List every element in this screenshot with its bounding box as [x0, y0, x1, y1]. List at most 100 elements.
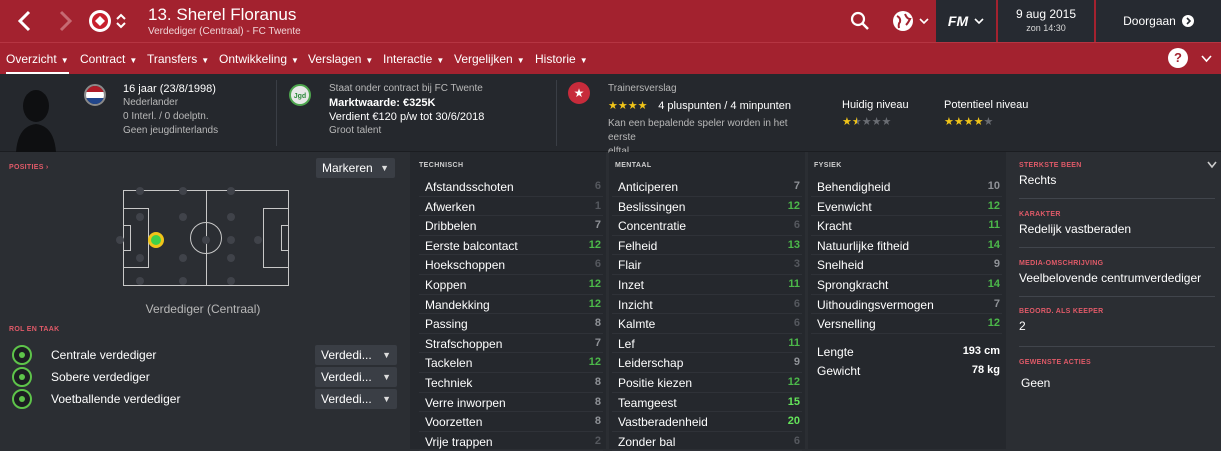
attribute-row[interactable]: Vrije trappen 2: [419, 432, 603, 451]
chevron-down-icon: [918, 18, 929, 25]
attribute-row[interactable]: Eerste balcontact 12: [419, 236, 603, 256]
position-dot: [179, 213, 187, 221]
attribute-row[interactable]: Techniek 8: [419, 373, 603, 393]
media-description-value: Veelbelovende centrumverdediger: [1019, 271, 1202, 285]
attribute-row[interactable]: Natuurlijke fitheid 14: [811, 236, 1002, 256]
chevron-down-icon[interactable]: [1201, 55, 1212, 63]
attribute-row[interactable]: Uithoudingsvermogen 7: [811, 295, 1002, 315]
attribute-row[interactable]: Teamgeest 15: [612, 393, 802, 413]
attribute-name: Vrije trappen: [425, 434, 493, 449]
physical-title: FYSIEK: [814, 162, 842, 169]
attribute-value: 8: [594, 395, 601, 408]
position-dot: [227, 277, 235, 285]
attribute-row[interactable]: Versnelling 12: [811, 314, 1002, 334]
search-button[interactable]: [846, 6, 874, 36]
attribute-name: Teamgeest: [618, 395, 677, 410]
attribute-row[interactable]: Tackelen 12: [419, 353, 603, 373]
strongest-foot-label: STERKSTE BEEN: [1019, 162, 1082, 169]
personality-value: Redelijk vastberaden: [1019, 222, 1132, 236]
netherlands-flag-icon: [84, 84, 106, 106]
attribute-row[interactable]: Beslissingen 12: [612, 197, 802, 217]
attribute-name: Lef: [618, 336, 635, 351]
attribute-row[interactable]: Kalmte 6: [612, 314, 802, 334]
attribute-row[interactable]: Hoekschoppen 6: [419, 255, 603, 275]
tab-verslagen[interactable]: Verslagen ▼: [308, 43, 373, 75]
attribute-row[interactable]: Afstandsschoten 6: [419, 177, 603, 197]
attribute-name: Passing: [425, 317, 468, 332]
help-button[interactable]: ?: [1168, 48, 1188, 68]
forward-button[interactable]: [50, 6, 80, 36]
attribute-row[interactable]: Vastberadenheid 20: [612, 412, 802, 432]
chevron-down-icon: ▼: [436, 56, 445, 65]
continue-button[interactable]: Doorgaan: [1096, 0, 1221, 42]
tab-interactie[interactable]: Interactie ▼: [383, 43, 444, 75]
attribute-row[interactable]: Lef 11: [612, 334, 802, 354]
game-date[interactable]: 9 aug 2015 zon 14:30: [998, 0, 1094, 42]
personality: KARAKTER Redelijk vastberaden: [1019, 211, 1215, 236]
attribute-value: 7: [594, 336, 601, 349]
continue-label: Doorgaan: [1123, 14, 1176, 28]
role-row[interactable]: Centrale verdediger Verdedi... ▼: [12, 345, 397, 365]
attribute-row[interactable]: Zonder bal 6: [612, 432, 802, 451]
positions-link[interactable]: POSITIES ›: [9, 164, 49, 171]
tab-transfers[interactable]: Transfers ▼: [147, 43, 209, 75]
attribute-row[interactable]: Positie kiezen 12: [612, 373, 802, 393]
attribute-row[interactable]: Koppen 12: [419, 275, 603, 295]
attribute-row[interactable]: Dribbelen 7: [419, 216, 603, 236]
position-name-label: Verdediger (Centraal): [145, 302, 261, 316]
attribute-value: 20: [787, 415, 800, 428]
duty-dropdown[interactable]: Verdedi... ▼: [315, 389, 397, 409]
attribute-row[interactable]: Kracht 11: [811, 216, 1002, 236]
player-name: 13. Sherel Floranus: [148, 5, 297, 24]
attribute-row[interactable]: Felheid 13: [612, 236, 802, 256]
attribute-row[interactable]: Behendigheid 10: [811, 177, 1002, 197]
attribute-row[interactable]: Concentratie 6: [612, 216, 802, 236]
attribute-value: 8: [594, 376, 601, 388]
tab-ontwikkeling[interactable]: Ontwikkeling ▼: [219, 43, 299, 75]
youth-caps-label: Geen jeugdinterlands: [123, 125, 219, 136]
attribute-value: 14: [987, 238, 1000, 251]
trainer-rating-stars: ★★★★: [608, 100, 648, 112]
attribute-row[interactable]: Anticiperen 7: [612, 177, 802, 197]
attribute-row[interactable]: Flair 3: [612, 255, 802, 275]
tab-historie[interactable]: Historie ▼: [535, 43, 588, 75]
back-button[interactable]: [10, 6, 40, 36]
tab-contract[interactable]: Contract ▼: [80, 43, 137, 75]
attribute-row[interactable]: Passing 8: [419, 314, 603, 334]
attribute-row[interactable]: Verre inworpen 8: [419, 393, 603, 413]
attribute-name: Evenwicht: [817, 199, 872, 214]
attribute-row[interactable]: Inzet 11: [612, 275, 802, 295]
contract-club-label: Staat onder contract bij FC Twente: [329, 83, 483, 94]
attribute-row[interactable]: Mandekking 12: [419, 295, 603, 315]
technical-attributes: TECHNISCH Afstandsschoten 6 Afwerken 1 Dribb…: [410, 152, 606, 451]
duty-dropdown[interactable]: Verdedi... ▼: [315, 367, 397, 387]
world-menu-button[interactable]: [888, 6, 932, 36]
role-row[interactable]: Voetballende verdediger Verdedi... ▼: [12, 389, 397, 409]
attribute-row[interactable]: Afwerken 1: [419, 197, 603, 217]
duty-dropdown[interactable]: Verdedi... ▼: [315, 345, 397, 365]
attribute-row[interactable]: Leiderschap 9: [612, 353, 802, 373]
tab-vergelijken[interactable]: Vergelijken ▼: [454, 43, 525, 75]
attribute-row[interactable]: Sprongkracht 14: [811, 275, 1002, 295]
player-info-header: 16 jaar (23/8/1998) Nederlander 0 Interl…: [0, 74, 1221, 157]
position-dot: [179, 254, 187, 262]
tab-label: Overzicht: [6, 52, 57, 66]
highlight-dropdown[interactable]: Markeren ▼: [316, 158, 395, 178]
attribute-row[interactable]: Strafschoppen 7: [419, 334, 603, 354]
attribute-row[interactable]: Inzicht 6: [612, 295, 802, 315]
player-switch-arrows-icon[interactable]: [112, 6, 130, 36]
roles-label: ROL EN TAAK: [9, 326, 60, 333]
technical-title: TECHNISCH: [419, 162, 464, 169]
role-row[interactable]: Sobere verdediger Verdedi... ▼: [12, 367, 397, 387]
attribute-row[interactable]: Voorzetten 8: [419, 412, 603, 432]
attribute-row[interactable]: Snelheid 9: [811, 255, 1002, 275]
club-crest-icon[interactable]: [85, 6, 115, 36]
attribute-row[interactable]: Evenwicht 12: [811, 197, 1002, 217]
media-description: MEDIA-OMSCHRIJVING Veelbelovende centrum…: [1019, 260, 1215, 285]
attribute-value: 12: [588, 278, 601, 290]
highlight-dropdown-value: Markeren: [322, 161, 373, 175]
position-dot: [116, 236, 124, 244]
attribute-name: Voorzetten: [425, 415, 483, 430]
tab-overzicht[interactable]: Overzicht ▼: [6, 43, 69, 75]
fm-menu-button[interactable]: FM: [936, 0, 996, 42]
